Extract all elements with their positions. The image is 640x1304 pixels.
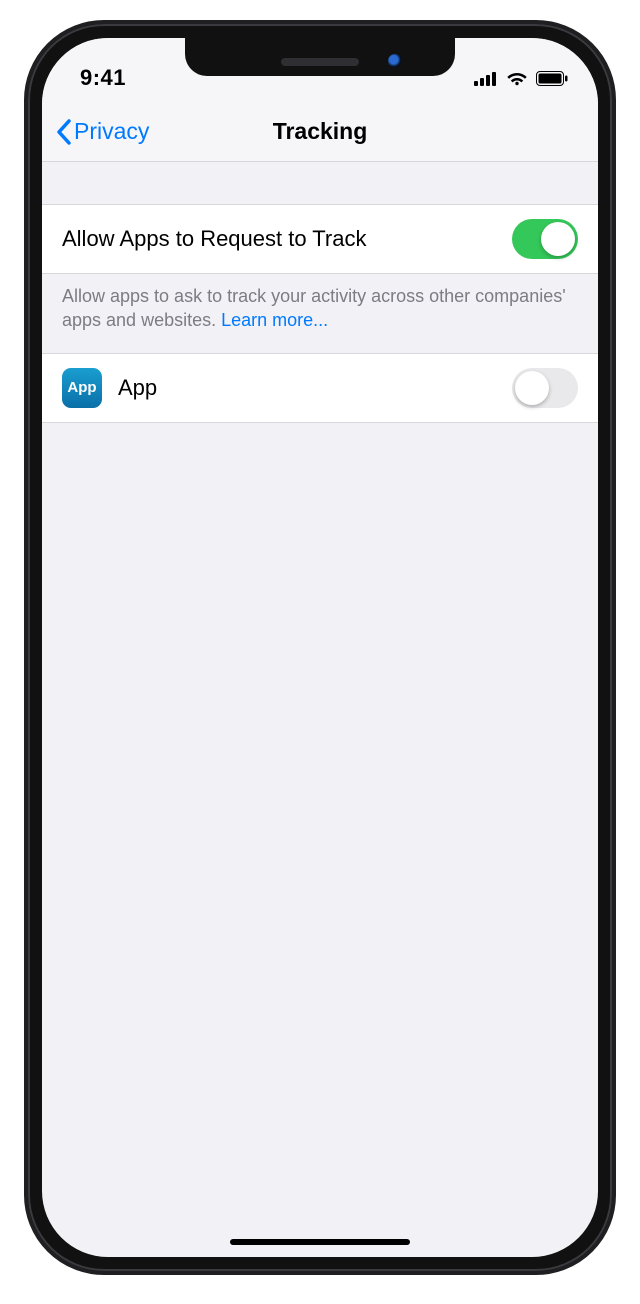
screen: 9:41 Privacy Tracking Allow Apps to Requ…: [42, 38, 598, 1257]
navigation-bar: Privacy Tracking: [42, 102, 598, 162]
wifi-icon: [506, 71, 528, 86]
app-name-label: App: [118, 375, 512, 401]
status-icons: [474, 71, 568, 86]
home-indicator[interactable]: [230, 1239, 410, 1245]
page-title: Tracking: [273, 118, 368, 145]
allow-tracking-cell: Allow Apps to Request to Track: [42, 204, 598, 274]
learn-more-link[interactable]: Learn more...: [221, 310, 328, 330]
battery-icon: [536, 71, 568, 86]
tracking-footer: Allow apps to ask to track your activity…: [42, 274, 598, 353]
spacer: [42, 162, 598, 204]
tracking-settings-group: Allow Apps to Request to Track Allow app…: [42, 204, 598, 353]
app-tracking-cell: App App: [42, 353, 598, 423]
back-label: Privacy: [74, 118, 149, 145]
chevron-left-icon: [56, 119, 72, 145]
phone-frame: 9:41 Privacy Tracking Allow Apps to Requ…: [24, 20, 616, 1275]
app-icon: App: [62, 368, 102, 408]
notch: [185, 38, 455, 76]
allow-tracking-label: Allow Apps to Request to Track: [62, 226, 512, 252]
cellular-icon: [474, 71, 498, 86]
back-button[interactable]: Privacy: [56, 118, 149, 145]
status-time: 9:41: [80, 65, 126, 91]
allow-tracking-toggle[interactable]: [512, 219, 578, 259]
app-tracking-toggle[interactable]: [512, 368, 578, 408]
apps-group: App App: [42, 353, 598, 423]
